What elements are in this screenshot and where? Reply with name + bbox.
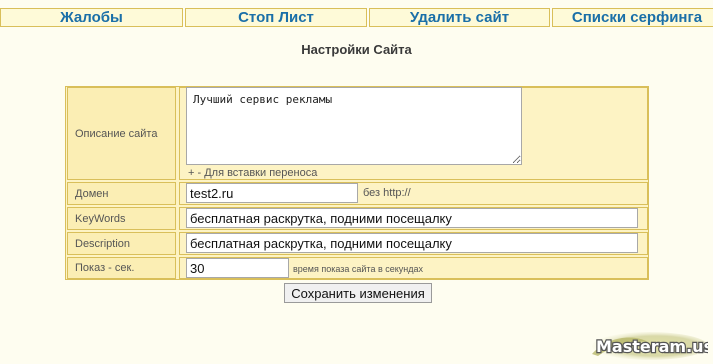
tab-surfing-lists[interactable]: Списки серфинга <box>552 8 713 27</box>
meta-description-label: Description <box>67 232 176 255</box>
domain-input[interactable] <box>186 183 358 203</box>
description-label: Описание сайта <box>67 87 176 180</box>
description-label-text: Описание сайта <box>75 127 158 140</box>
masteram-watermark-logo: Masteram.us <box>592 332 708 360</box>
domain-note: без http:// <box>363 187 411 199</box>
keywords-label-text: KeyWords <box>75 212 126 225</box>
domain-label-text: Домен <box>75 187 109 200</box>
show-seconds-label-text: Показ - сек. <box>75 262 135 274</box>
meta-description-label-text: Description <box>75 237 131 250</box>
keywords-label: KeyWords <box>67 207 176 230</box>
save-changes-button[interactable]: Сохранить изменения <box>284 283 432 303</box>
keywords-input[interactable] <box>186 208 638 228</box>
tab-complaints[interactable]: Жалобы <box>0 8 183 27</box>
show-seconds-note: время показа сайта в секундах <box>293 264 424 274</box>
meta-description-input[interactable] <box>186 233 638 253</box>
domain-label: Домен <box>67 182 176 205</box>
page-title: Настройки Сайта <box>301 42 412 57</box>
top-nav: Жалобы Стоп Лист Удалить сайт Списки сер… <box>0 0 713 28</box>
tab-delete-site[interactable]: Удалить сайт <box>369 8 550 27</box>
description-textarea[interactable]: Лучший сервис рекламы <box>186 87 522 165</box>
show-seconds-label: Показ - сек. <box>67 257 176 279</box>
tab-stop-list[interactable]: Стоп Лист <box>185 8 367 27</box>
line-break-hint: + - Для вставки переноса <box>188 167 318 179</box>
show-seconds-input[interactable] <box>186 258 289 278</box>
watermark-text: Masteram.us <box>596 337 708 356</box>
